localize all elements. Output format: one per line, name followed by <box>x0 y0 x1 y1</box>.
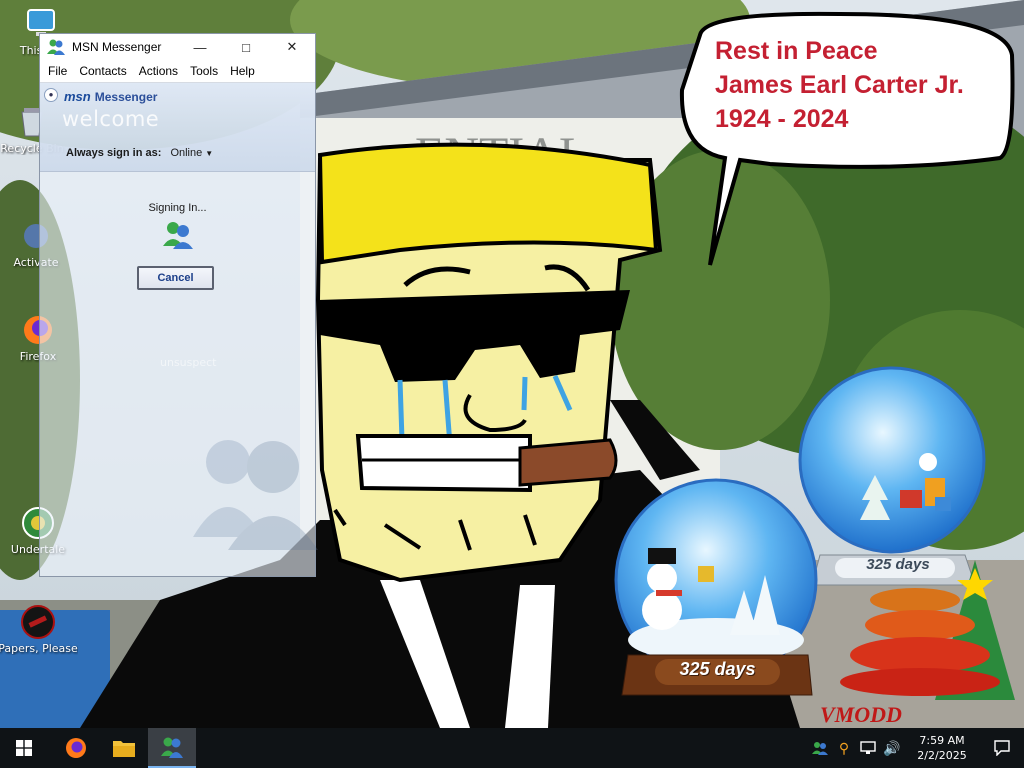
msn-messenger-window[interactable]: MSN Messenger — □ ✕ File Contacts Action… <box>39 33 318 577</box>
notification-center-button[interactable] <box>980 728 1024 768</box>
tray-search-icon[interactable]: ⚲ <box>832 728 856 768</box>
maximize-button[interactable]: □ <box>223 34 269 60</box>
welcome-text: welcome <box>62 107 160 131</box>
sign-in-label: Always sign in as: <box>66 147 162 159</box>
menu-tools[interactable]: Tools <box>184 64 224 78</box>
status-value: Online <box>170 147 203 159</box>
clock-time: 7:59 AM <box>919 734 965 747</box>
menu-actions[interactable]: Actions <box>133 64 184 78</box>
clock[interactable]: 7:59 AM 2/2/2025 <box>904 733 980 763</box>
tray-msn-icon[interactable] <box>808 728 832 768</box>
messenger-logo-text: Messenger <box>94 90 158 104</box>
cancel-button[interactable]: Cancel <box>137 266 214 290</box>
sign-in-status-row: Always sign in as: Online ▼ <box>66 147 213 159</box>
status-dropdown[interactable]: Online ▼ <box>170 147 213 159</box>
signing-in-panel: Signing In... Cancel <box>40 172 318 576</box>
close-button[interactable]: ✕ <box>269 34 315 60</box>
menu-contacts[interactable]: Contacts <box>73 64 132 78</box>
clock-date: 2/2/2025 <box>917 749 967 762</box>
start-button[interactable] <box>0 728 48 768</box>
menu-file[interactable]: File <box>42 64 73 78</box>
watermark: VMODD <box>820 702 902 727</box>
unsuspect-label: unsuspect <box>160 356 217 369</box>
msn-buddy-icon <box>161 737 183 758</box>
msn-buddy-icon <box>47 39 65 55</box>
taskbar-file-explorer[interactable] <box>100 728 148 768</box>
system-tray: ⚲ 🔊 7:59 AM 2/2/2025 <box>808 728 1024 768</box>
taskbar-msn-messenger[interactable] <box>148 728 196 768</box>
desktop-icon-label: Papers, Please <box>0 642 78 655</box>
msn-logo-text: msn <box>64 89 91 104</box>
menu-help[interactable]: Help <box>224 64 261 78</box>
right-globe-label: 325 days <box>866 556 930 573</box>
volume-icon[interactable]: 🔊 <box>880 728 904 768</box>
taskbar: ⚲ 🔊 7:59 AM 2/2/2025 <box>0 728 1024 768</box>
minimize-button[interactable]: — <box>177 34 223 60</box>
window-title: MSN Messenger <box>72 40 162 54</box>
signing-in-text: Signing In... <box>148 202 207 214</box>
desktop: ENTIAL <box>0 0 1024 728</box>
collapse-icon[interactable]: ● <box>44 88 58 102</box>
bubble-line-2: James Earl Carter Jr. <box>715 71 964 99</box>
msn-logo: msn Messenger <box>64 89 157 104</box>
desktop-icon-papers-please[interactable]: Papers, Please <box>0 604 78 655</box>
msn-buddies-icon <box>163 222 193 249</box>
left-globe-label: 325 days <box>679 659 756 679</box>
taskbar-firefox[interactable] <box>52 728 100 768</box>
papers-please-icon <box>21 605 55 639</box>
msn-buddy-icon <box>812 742 828 755</box>
bubble-line-1: Rest in Peace <box>715 37 878 65</box>
speech-bubble-text: Rest in Peace James Earl Carter Jr. 1924… <box>715 34 964 136</box>
firefox-icon <box>66 738 86 758</box>
windows-logo-icon <box>16 740 32 756</box>
menu-bar: File Contacts Actions Tools Help <box>40 60 315 83</box>
network-icon-graphic <box>860 741 876 754</box>
title-bar[interactable]: MSN Messenger — □ ✕ <box>40 34 315 60</box>
network-icon[interactable] <box>856 728 880 768</box>
msn-header: ● msn Messenger welcome Always sign in as… <box>40 83 315 172</box>
msn-buddies-watermark-icon <box>193 440 318 550</box>
notification-icon <box>994 740 1010 756</box>
folder-icon <box>113 741 135 757</box>
bubble-line-3: 1924 - 2024 <box>715 105 849 133</box>
chevron-down-icon: ▼ <box>205 149 214 158</box>
